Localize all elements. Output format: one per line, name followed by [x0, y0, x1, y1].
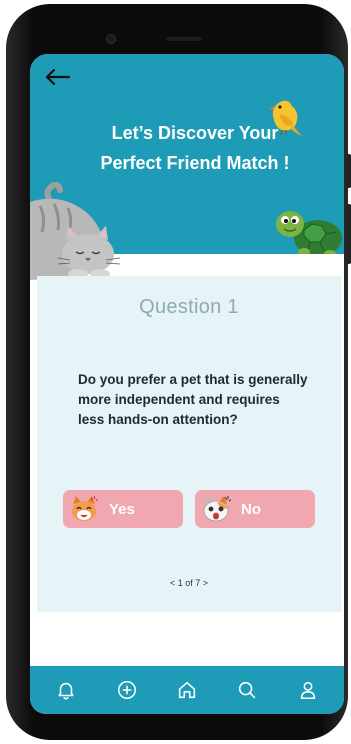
bell-icon — [58, 682, 74, 700]
nav-notifications[interactable] — [51, 675, 81, 705]
turtle-illustration — [276, 211, 342, 258]
nav-home[interactable] — [172, 675, 202, 705]
sleeping-cat-illustration — [30, 182, 121, 280]
yes-label: Yes — [109, 500, 135, 518]
front-camera — [106, 34, 116, 44]
no-label: No — [241, 500, 261, 518]
page-indicator: 1 of 7 — [177, 578, 201, 588]
shocked-cat-icon — [203, 496, 231, 522]
user-icon — [300, 681, 315, 700]
nav-profile[interactable] — [293, 675, 323, 705]
page-title-line-2: Perfect Friend Match ! — [100, 153, 290, 173]
happy-cat-icon — [72, 495, 98, 521]
nav-search[interactable] — [232, 675, 262, 705]
side-button-volume — [347, 204, 351, 264]
search-icon — [239, 681, 256, 699]
side-button-power — [347, 154, 351, 188]
question-text: Do you prefer a pet that is generally mo… — [78, 372, 308, 427]
bottom-nav — [30, 666, 344, 714]
next-page-button[interactable]: > — [203, 578, 208, 588]
pagination: < 1 of 7 > — [37, 578, 341, 588]
question-number: Question 1 — [139, 296, 239, 318]
home-icon — [178, 681, 196, 699]
canary-bird-illustration — [269, 100, 302, 136]
yes-button[interactable]: Yes — [63, 490, 183, 528]
app-screen: Let’s Discover Your Perfect Friend Match… — [30, 54, 344, 714]
earpiece-speaker — [166, 37, 202, 41]
plus-circle-icon — [117, 680, 136, 700]
question-card: Question 1 Do you prefer a pet that is g… — [37, 276, 341, 612]
phone-frame: Let’s Discover Your Perfect Friend Match… — [6, 4, 351, 740]
no-button[interactable]: No — [195, 490, 315, 528]
prev-page-button[interactable]: < — [170, 578, 175, 588]
nav-add[interactable] — [112, 675, 142, 705]
back-arrow-icon[interactable] — [42, 66, 72, 88]
